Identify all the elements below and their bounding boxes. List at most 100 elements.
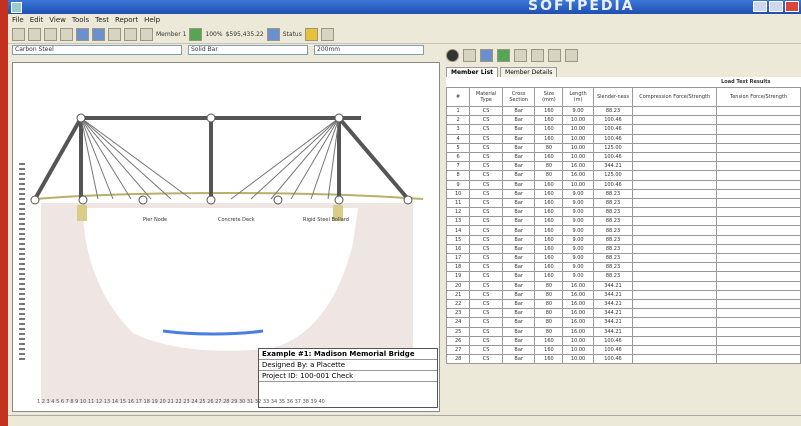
table-row[interactable]: 15 CS Bar 160 9.00 88.23: [445, 234, 801, 245]
test-mode-icon[interactable]: [92, 27, 105, 41]
cross-section-select[interactable]: Solid Bar: [188, 45, 308, 55]
bridge-drawing-canvas[interactable]: Pier Node Concrete Deck Rigid Steel Boll…: [12, 62, 440, 412]
table-cell: 160: [534, 225, 564, 236]
table-cell: CS: [469, 262, 503, 273]
table-row[interactable]: 21 CS Bar 80 16.00 344.21: [445, 289, 801, 300]
open-icon[interactable]: [28, 27, 41, 41]
table-row[interactable]: 6 CS Bar 160 10.00 100.46: [445, 151, 801, 163]
table-cell: 160: [534, 197, 564, 209]
table-row[interactable]: 1 CS Bar 160 9.00 88.23: [445, 105, 801, 117]
redo-icon[interactable]: [140, 27, 153, 41]
col-header-slenderness[interactable]: Slender-ness: [592, 87, 634, 107]
col-header-size[interactable]: Size (mm): [534, 87, 564, 107]
table-row[interactable]: 11 CS Bar 160 9.00 88.23: [445, 197, 801, 209]
compact-view-icon[interactable]: [565, 48, 578, 62]
table-row[interactable]: 18 CS Bar 160 9.00 88.23: [445, 262, 801, 273]
menu-view[interactable]: View: [49, 16, 66, 24]
table-row[interactable]: 12 CS Bar 160 9.00 88.23: [445, 207, 801, 218]
table-cell: 9.00: [562, 216, 594, 227]
grid-view-icon[interactable]: [548, 48, 561, 62]
col-header-material[interactable]: Material Type: [469, 87, 503, 107]
table-cell: 160: [534, 207, 564, 218]
zoom-icon[interactable]: [189, 27, 203, 41]
member-table-icon[interactable]: [480, 48, 493, 62]
table-row[interactable]: 20 CS Bar 80 16.00 344.21: [445, 280, 801, 291]
table-row[interactable]: 24 CS Bar 80 16.00 344.21: [445, 317, 801, 328]
minimize-button[interactable]: [753, 1, 767, 12]
chart-icon[interactable]: [531, 48, 544, 62]
table-row[interactable]: 9 CS Bar 160 10.00 100.46: [445, 179, 801, 190]
table-cell: Bar: [501, 280, 536, 291]
table-cell: 88.23: [592, 262, 634, 273]
table-row[interactable]: 5 CS Bar 80 10.00 125.00: [445, 142, 801, 153]
maximize-button[interactable]: [769, 1, 783, 12]
table-cell: 15: [445, 234, 471, 245]
table-row[interactable]: 7 CS Bar 80 16.00 344.21: [445, 161, 801, 172]
table-cell: 10.00: [562, 142, 594, 153]
cost-report-icon[interactable]: [266, 27, 280, 41]
table-row[interactable]: 27 CS Bar 160 10.00 100.46: [445, 344, 801, 356]
table-cell: [716, 280, 801, 291]
table-row[interactable]: 25 CS Bar 80 16.00 344.21: [445, 326, 801, 337]
col-header-section[interactable]: Cross Section: [501, 87, 536, 107]
save-icon[interactable]: [44, 27, 57, 41]
delete-member-icon[interactable]: [446, 48, 459, 62]
table-cell: 14: [445, 225, 471, 236]
member-list-icon[interactable]: [514, 48, 527, 62]
size-select[interactable]: 200mm: [314, 45, 424, 55]
grid-icon[interactable]: [320, 27, 334, 41]
table-row[interactable]: 8 CS Bar 80 16.00 125.00: [445, 170, 801, 181]
col-header-number[interactable]: #: [445, 87, 471, 107]
table-row[interactable]: 2 CS Bar 160 10.00 100.46: [445, 115, 801, 126]
menu-tools[interactable]: Tools: [72, 16, 89, 24]
zoom-percent[interactable]: 100%: [205, 31, 222, 38]
select-icon[interactable]: [108, 27, 121, 41]
table-cell: 9.00: [562, 188, 594, 199]
table-row[interactable]: 28 CS Bar 160 10.00 100.46: [445, 354, 801, 365]
menu-edit[interactable]: Edit: [30, 16, 44, 24]
table-row[interactable]: 19 CS Bar 160 9.00 88.23: [445, 271, 801, 282]
table-row[interactable]: 4 CS Bar 160 10.00 100.46: [445, 133, 801, 144]
col-header-length[interactable]: Length (m): [562, 87, 594, 107]
print-icon[interactable]: [60, 27, 73, 41]
table-row[interactable]: 16 CS Bar 160 9.00 88.23: [445, 243, 801, 255]
new-icon[interactable]: [12, 27, 25, 41]
table-cell: 25: [445, 326, 471, 337]
table-row[interactable]: 26 CS Bar 160 10.00 100.46: [445, 335, 801, 346]
close-button[interactable]: [785, 1, 799, 12]
design-mode-icon[interactable]: [76, 27, 89, 41]
table-cell: [632, 252, 718, 264]
menu-file[interactable]: File: [12, 16, 24, 24]
table-row[interactable]: 3 CS Bar 160 10.00 100.46: [445, 124, 801, 135]
table-cell: Bar: [501, 271, 536, 282]
menu-report[interactable]: Report: [115, 16, 138, 24]
app-icon: [11, 1, 22, 13]
table-cell: Bar: [501, 344, 536, 356]
undo-icon[interactable]: [124, 27, 137, 41]
table-cell: 16.00: [562, 317, 594, 328]
material-select[interactable]: Carbon Steel: [12, 45, 182, 55]
status-face-icon[interactable]: [304, 27, 318, 41]
table-cell: Bar: [501, 234, 536, 245]
tab-member-list[interactable]: Member List: [446, 67, 499, 77]
table-cell: 100.46: [592, 115, 634, 126]
col-header-tension[interactable]: Tension Force/Strength: [716, 87, 801, 107]
table-cell: Bar: [501, 252, 536, 264]
table-row[interactable]: 14 CS Bar 160 9.00 88.23: [445, 225, 801, 236]
table-cell: 344.21: [592, 308, 634, 319]
table-cell: 16.00: [562, 326, 594, 337]
menu-help[interactable]: Help: [144, 16, 160, 24]
table-row[interactable]: 23 CS Bar 80 16.00 344.21: [445, 308, 801, 319]
col-header-compression[interactable]: Compression Force/Strength: [632, 87, 718, 107]
table-cell: 26: [445, 335, 471, 346]
table-row[interactable]: 17 CS Bar 160 9.00 88.23: [445, 252, 801, 264]
menu-test[interactable]: Test: [95, 16, 109, 24]
table-row[interactable]: 10 CS Bar 160 9.00 88.23: [445, 188, 801, 199]
table-row[interactable]: 13 CS Bar 160 9.00 88.23: [445, 216, 801, 227]
member-property-selectors: Carbon Steel Solid Bar 200mm: [12, 45, 424, 55]
tab-member-details[interactable]: Member Details: [500, 67, 558, 77]
member-graph-icon[interactable]: [497, 48, 510, 62]
table-row[interactable]: 22 CS Bar 80 16.00 344.21: [445, 298, 801, 310]
table-cell: [632, 354, 718, 365]
add-member-icon[interactable]: [463, 48, 476, 62]
